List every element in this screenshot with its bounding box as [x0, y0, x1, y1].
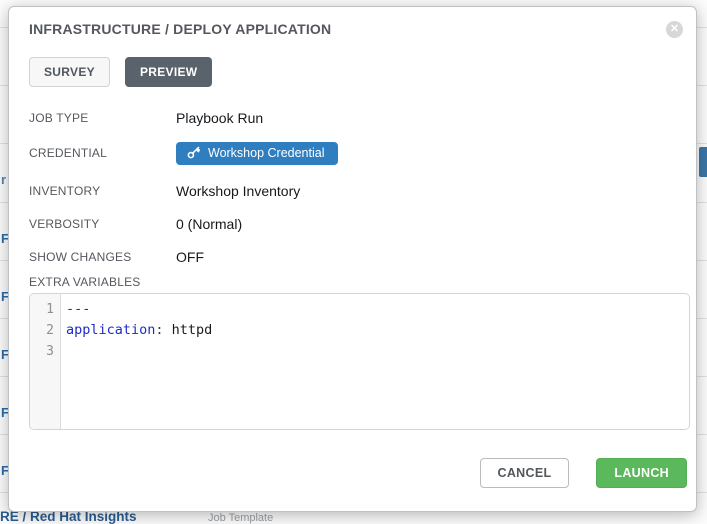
credential-badge[interactable]: Workshop Credential — [176, 142, 338, 165]
page: { "modal": { "title": "INFRASTRUCTURE / … — [0, 0, 707, 521]
code-line-1: --- — [66, 299, 212, 320]
editor-code-area[interactable]: --- application: httpd — [61, 294, 212, 429]
close-icon[interactable]: ✕ — [666, 21, 683, 38]
show-changes-value: OFF — [176, 249, 204, 265]
credential-label: CREDENTIAL — [29, 146, 176, 160]
field-job-type: JOB TYPE Playbook Run — [29, 107, 687, 129]
background-bottom-template-type: Job Template — [208, 512, 273, 524]
field-verbosity: VERBOSITY 0 (Normal) — [29, 213, 687, 235]
field-show-changes: SHOW CHANGES OFF — [29, 246, 687, 268]
deploy-application-preview-modal: INFRASTRUCTURE / DEPLOY APPLICATION ✕ SU… — [8, 6, 697, 512]
tab-preview[interactable]: PREVIEW — [125, 57, 212, 87]
extra-variables-editor[interactable]: 1 2 3 --- application: httpd — [29, 293, 690, 430]
inventory-label: INVENTORY — [29, 184, 176, 198]
field-credential: CREDENTIAL Workshop Credential — [29, 141, 687, 165]
tab-survey[interactable]: SURVEY — [29, 57, 110, 87]
inventory-value: Workshop Inventory — [176, 183, 300, 199]
job-type-label: JOB TYPE — [29, 111, 176, 125]
modal-footer: CANCEL LAUNCH — [480, 458, 687, 488]
key-icon — [187, 146, 200, 159]
line-number: 2 — [30, 320, 60, 341]
code-line-2: application: httpd — [66, 320, 212, 341]
verbosity-label: VERBOSITY — [29, 217, 176, 231]
show-changes-label: SHOW CHANGES — [29, 250, 176, 264]
tab-bar: SURVEY PREVIEW — [29, 57, 212, 87]
yaml-doc-start-token: --- — [66, 301, 90, 317]
yaml-colon-token: : — [155, 322, 163, 338]
credential-badge-label: Workshop Credential — [208, 146, 325, 160]
line-number: 1 — [30, 299, 60, 320]
extra-variables-label: EXTRA VARIABLES — [29, 275, 141, 289]
cancel-button[interactable]: CANCEL — [480, 458, 570, 488]
modal-title: INFRASTRUCTURE / DEPLOY APPLICATION — [29, 21, 331, 37]
verbosity-value: 0 (Normal) — [176, 216, 242, 232]
yaml-key-token: application — [66, 322, 155, 338]
editor-line-number-gutter: 1 2 3 — [30, 294, 61, 429]
background-button-fragment — [699, 147, 707, 177]
line-number: 3 — [30, 341, 60, 362]
launch-button[interactable]: LAUNCH — [596, 458, 687, 488]
yaml-value-token: httpd — [164, 322, 213, 338]
code-line-3 — [66, 341, 212, 362]
job-type-value: Playbook Run — [176, 110, 263, 126]
field-inventory: INVENTORY Workshop Inventory — [29, 180, 687, 202]
